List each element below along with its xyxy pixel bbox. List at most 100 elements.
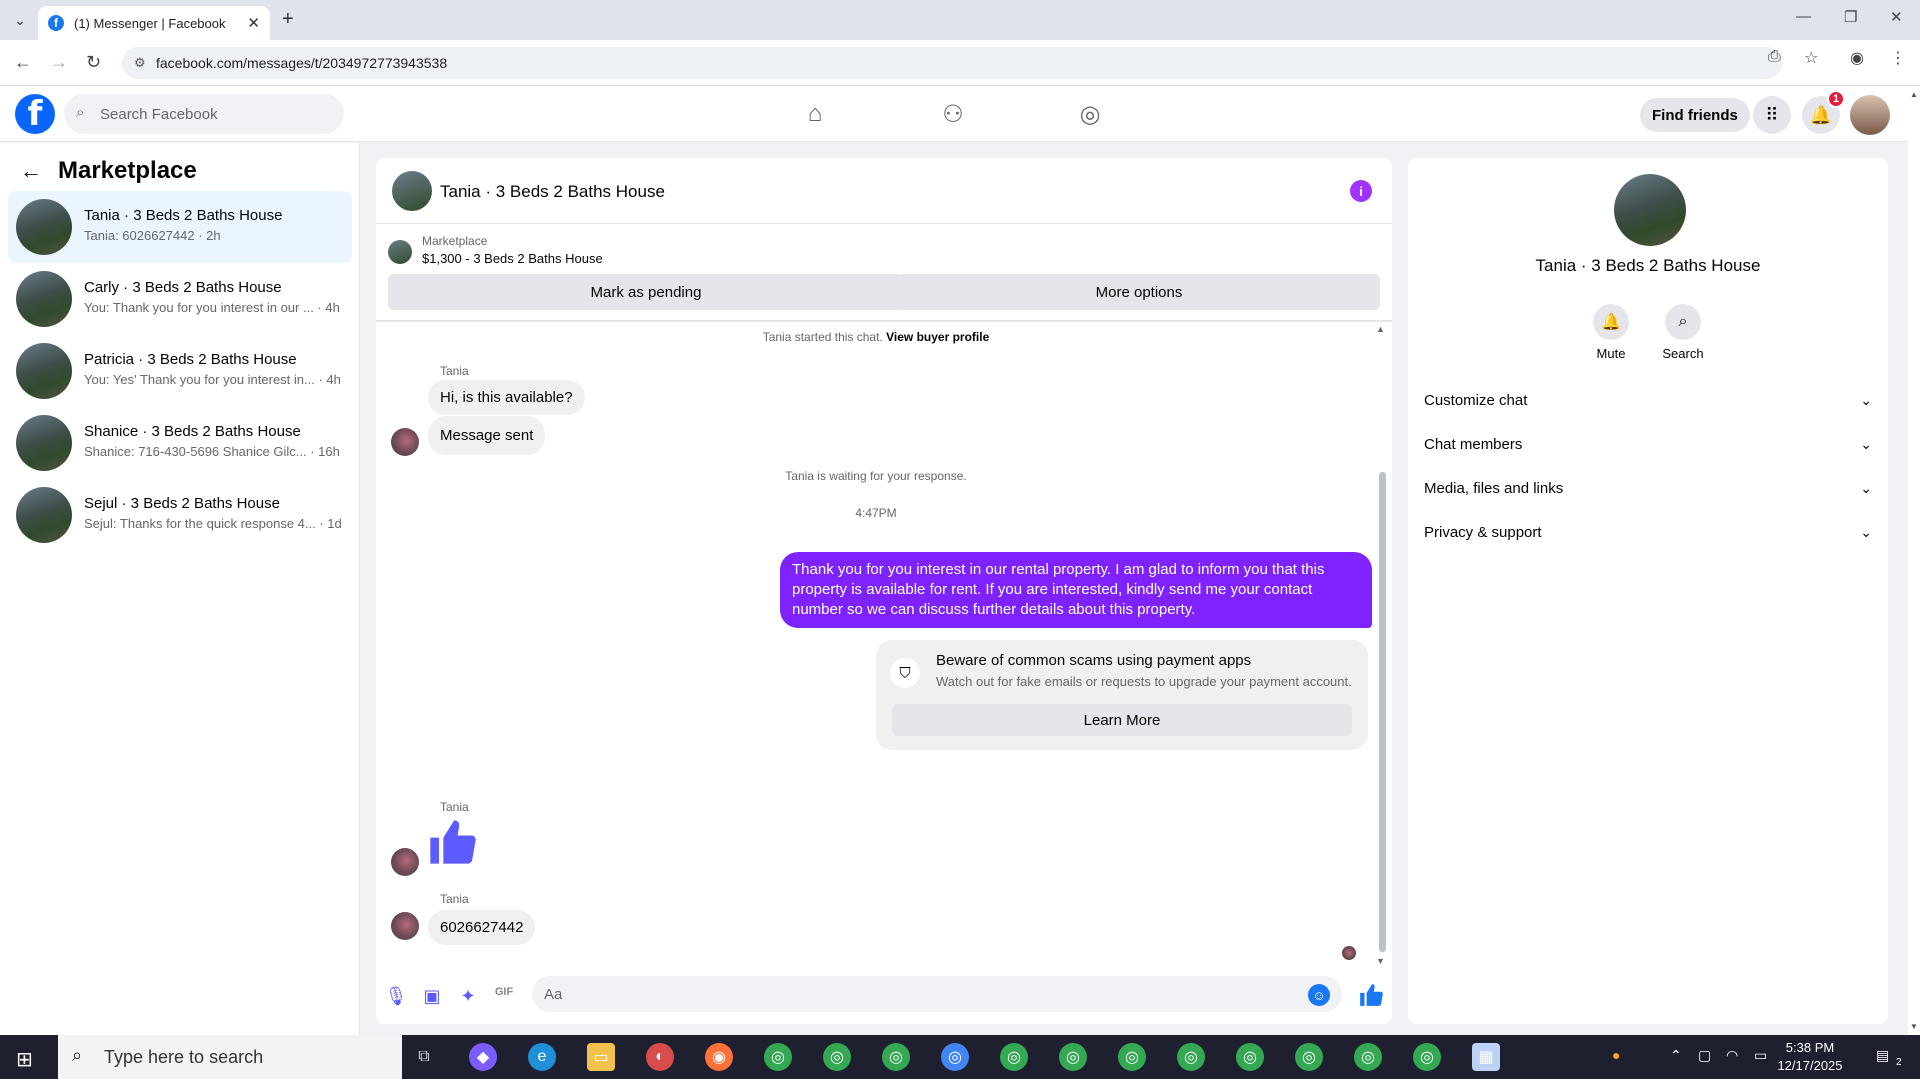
chrome-icon[interactable]: ◎ [1236,1043,1264,1071]
account-avatar[interactable] [1850,95,1890,135]
gif-icon[interactable]: GIF [492,986,516,998]
sender-avatar[interactable] [391,912,419,940]
back-arrow-icon[interactable]: ← [20,158,42,184]
site-info-icon[interactable]: ⚙ [134,55,146,71]
chrome-icon[interactable]: ◎ [1413,1043,1441,1071]
chrome-icon[interactable]: ◎ [1059,1043,1087,1071]
tab-close-icon[interactable]: ✕ [247,14,260,32]
chrome-icon[interactable]: ◎ [1118,1043,1146,1071]
app-icon[interactable]: ◐ [646,1043,674,1071]
install-app-icon[interactable]: ⎙ [1768,48,1781,66]
message-input[interactable]: Aa [532,976,1342,1012]
incoming-message[interactable]: 6026627442 [428,910,536,945]
media-files-links-section[interactable]: Media, files and links ⌄ [1424,470,1872,506]
sender-avatar[interactable] [391,428,419,456]
edge-icon[interactable]: e [528,1043,556,1071]
bookmark-star-icon[interactable]: ☆ [1804,48,1818,68]
task-view-icon[interactable]: ⧉ [410,1043,438,1071]
windows-start-icon[interactable]: ⊞ [16,1047,33,1072]
tab-search-icon[interactable]: ⌄ [8,8,32,32]
chrome-icon[interactable]: ◎ [823,1043,851,1071]
customize-chat-section[interactable]: Customize chat ⌄ [1424,382,1872,418]
house-thumbnail [16,271,72,327]
thumbs-up-icon[interactable] [426,816,478,868]
notification-center-icon[interactable]: ▤ [1876,1047,1889,1064]
chat-avatar[interactable] [392,171,432,211]
show-hidden-icons-icon[interactable]: ⌃ [1670,1047,1682,1064]
copilot-icon[interactable]: ◆ [469,1043,497,1071]
scroll-down-icon[interactable]: ▼ [1376,956,1385,966]
chat-members-section[interactable]: Chat members ⌄ [1424,426,1872,462]
find-friends-button[interactable]: Find friends [1640,98,1750,132]
scroll-up-icon[interactable]: ▲ [1376,324,1385,334]
incoming-message[interactable]: Message sent [428,416,546,455]
groups-icon[interactable]: ◎ [1070,100,1110,129]
conversation-item[interactable]: Tania · 3 Beds 2 Baths House Tania: 6026… [8,191,352,263]
bell-icon: 🔔 [1593,304,1629,340]
reload-icon[interactable]: ↻ [86,52,101,73]
chrome-icon[interactable]: ◎ [941,1043,969,1071]
conversation-item[interactable]: Sejul · 3 Beds 2 Baths House Sejul: Than… [8,479,352,551]
conversation-item[interactable]: Patricia · 3 Beds 2 Baths House You: Yes… [8,335,352,407]
incoming-message[interactable]: Hi, is this available? [428,380,585,415]
chat-title[interactable]: Tania · 3 Beds 2 Baths House [440,182,665,202]
sender-avatar[interactable] [391,848,419,876]
battery-icon[interactable]: ▭ [1754,1047,1767,1064]
mark-as-pending-button[interactable]: Mark as pending [388,274,904,310]
conversation-snippet: Sejul: Thanks for the quick response 4..… [84,516,342,531]
taskbar-clock[interactable]: 5:38 PM 12/17/2025 [1770,1039,1850,1075]
home-icon[interactable]: ⌂ [795,100,835,128]
new-tab-button[interactable]: + [282,8,294,31]
learn-more-button[interactable]: Learn More [892,704,1352,736]
emoji-icon[interactable]: ☺ [1308,984,1330,1006]
weather-icon[interactable]: ● [1612,1047,1620,1063]
forward-icon[interactable]: → [50,52,68,73]
back-icon[interactable]: ← [14,52,32,73]
chrome-icon[interactable]: ◎ [1000,1043,1028,1071]
meet-icon[interactable]: ▢ [1698,1047,1711,1064]
browser-tab[interactable]: f (1) Messenger | Facebook ✕ [38,6,270,40]
page-scroll-down-icon[interactable]: ▼ [1910,1022,1918,1031]
profile-icon[interactable]: ◉ [1850,48,1864,68]
sticker-icon[interactable]: ✦ [456,986,480,1007]
file-explorer-icon[interactable]: ▭ [587,1043,615,1071]
privacy-support-section[interactable]: Privacy & support ⌄ [1424,514,1872,550]
minimize-icon[interactable]: — [1796,8,1811,25]
taskbar-search-input[interactable]: ⌕ Type here to search [58,1035,402,1079]
app-icon[interactable]: ▦ [1472,1043,1500,1071]
mute-button[interactable]: 🔔 Mute [1581,304,1641,361]
view-buyer-profile-link[interactable]: View buyer profile [886,330,989,344]
chrome-icon[interactable]: ◎ [1354,1043,1382,1071]
scroll-thumb[interactable] [1379,472,1386,952]
info-icon[interactable]: i [1350,180,1372,202]
browser-menu-icon[interactable]: ⋮ [1890,48,1906,68]
firefox-icon[interactable]: ◉ [705,1043,733,1071]
more-options-button[interactable]: More options [898,274,1380,310]
microphone-icon[interactable]: 🎙 [384,986,408,1007]
page-scroll-up-icon[interactable]: ▲ [1910,90,1918,99]
page-scrollbar[interactable]: ▲ ▼ [1908,86,1920,1035]
facebook-search-input[interactable]: ⌕ Search Facebook [64,94,344,134]
marketplace-conversations-panel: ← Marketplace Tania · 3 Beds 2 Baths Hou… [0,143,360,1035]
conversation-name: Tania · 3 Beds 2 Baths House [84,207,283,224]
menu-grid-icon[interactable]: ⠿ [1753,96,1791,134]
conversation-item[interactable]: Carly · 3 Beds 2 Baths House You: Thank … [8,263,352,335]
search-button[interactable]: ⌕ Search [1653,304,1713,361]
chevron-down-icon: ⌄ [1860,479,1872,496]
outgoing-message[interactable]: Thank you for you interest in our rental… [780,552,1372,628]
photo-icon[interactable]: ▣ [420,986,444,1007]
restore-icon[interactable]: ❐ [1844,8,1857,26]
chrome-icon[interactable]: ◎ [1295,1043,1323,1071]
like-send-icon[interactable] [1358,982,1384,1008]
network-icon[interactable]: ◠ [1726,1047,1738,1064]
chrome-icon[interactable]: ◎ [1177,1043,1205,1071]
window-close-icon[interactable]: ✕ [1890,8,1903,26]
friends-icon[interactable]: ⚇ [933,100,973,129]
conversation-item[interactable]: Shanice · 3 Beds 2 Baths House Shanice: … [8,407,352,479]
message-scrollbar[interactable]: ▲ ▼ [1376,322,1388,968]
facebook-logo-icon[interactable]: f [15,94,55,134]
chrome-icon[interactable]: ◎ [764,1043,792,1071]
contact-avatar[interactable] [1614,174,1686,246]
chrome-icon[interactable]: ◎ [882,1043,910,1071]
address-bar[interactable]: ⚙ facebook.com/messages/t/20349727739435… [122,47,1782,79]
